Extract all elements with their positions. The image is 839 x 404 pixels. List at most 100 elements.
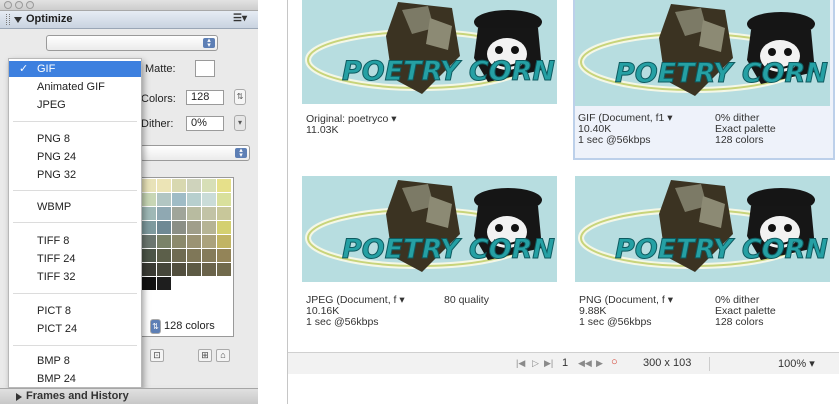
- dropdown-arrow-icon[interactable]: ▾: [665, 294, 673, 306]
- zoom-level[interactable]: 100% ▾: [778, 357, 815, 370]
- menu-item-label: JPEG: [37, 99, 66, 111]
- menu-item-jpeg[interactable]: JPEG: [9, 97, 141, 113]
- palette-select[interactable]: ▴ ▾: [140, 145, 250, 161]
- color-swatch[interactable]: [217, 207, 232, 221]
- color-swatch[interactable]: [142, 193, 157, 207]
- dither-dropdown[interactable]: ▾: [234, 115, 246, 131]
- color-swatch[interactable]: [217, 221, 232, 235]
- color-swatch[interactable]: [202, 221, 217, 235]
- lock-color-icon[interactable]: ⊡: [150, 349, 164, 362]
- next-frame-icon[interactable]: ▶: [596, 358, 603, 369]
- color-swatch[interactable]: [172, 207, 187, 221]
- color-swatch[interactable]: [187, 179, 202, 193]
- frames-history-panel-header[interactable]: Frames and History: [0, 388, 258, 404]
- stop-icon[interactable]: ○: [611, 356, 618, 368]
- dropdown-arrow-icon[interactable]: ▾: [664, 112, 672, 124]
- menu-item-png32[interactable]: PNG 32: [9, 167, 141, 183]
- menu-item-bmp8[interactable]: BMP 8: [9, 353, 141, 369]
- color-swatch[interactable]: [187, 193, 202, 207]
- menu-item-gif[interactable]: ✓ GIF: [9, 61, 141, 77]
- color-swatch[interactable]: [172, 235, 187, 249]
- color-swatch[interactable]: [172, 249, 187, 263]
- color-swatch[interactable]: [217, 235, 232, 249]
- menu-item-pict8[interactable]: PICT 8: [9, 303, 141, 319]
- color-swatch[interactable]: [157, 193, 172, 207]
- menu-item-wbmp[interactable]: WBMP: [9, 199, 141, 215]
- grip-icon[interactable]: [6, 14, 10, 25]
- color-swatch[interactable]: [202, 179, 217, 193]
- zoom-window-button[interactable]: [26, 1, 34, 9]
- color-swatch[interactable]: [217, 263, 232, 277]
- menu-item-label: TIFF 32: [37, 271, 76, 283]
- preview-tile-original[interactable]: POETRY CORN Original: poetryco ▾ 11.03K: [302, 0, 562, 158]
- preset-select[interactable]: ▴ ▾: [46, 35, 218, 51]
- trash-icon[interactable]: ⌂: [216, 349, 230, 362]
- colors-stepper[interactable]: ⇅: [234, 89, 246, 105]
- color-swatch[interactable]: [202, 235, 217, 249]
- dropdown-arrow-icon[interactable]: ▾: [388, 113, 396, 125]
- color-swatch[interactable]: [157, 207, 172, 221]
- disclosure-triangle-icon[interactable]: [16, 393, 22, 401]
- matte-swatch[interactable]: [195, 60, 215, 77]
- color-swatch[interactable]: [187, 263, 202, 277]
- close-window-button[interactable]: [4, 1, 12, 9]
- play-icon[interactable]: ▷: [532, 358, 539, 369]
- color-swatch[interactable]: [157, 235, 172, 249]
- color-swatch[interactable]: [157, 221, 172, 235]
- preview-tile-gif[interactable]: POETRY CORN GIF (Document, f1 ▾ 10.40K 1…: [573, 0, 835, 160]
- tile-info: JPEG (Document, f ▾ 10.16K 1 sec @56kbps: [306, 295, 405, 328]
- panel-menu-icon[interactable]: ☰▾: [233, 13, 247, 24]
- dither-field[interactable]: 0%: [186, 116, 224, 131]
- color-swatch[interactable]: [202, 207, 217, 221]
- menu-item-png24[interactable]: PNG 24: [9, 149, 141, 165]
- menu-item-label: GIF: [37, 63, 56, 75]
- last-frame-icon[interactable]: ▶|: [544, 358, 553, 369]
- preview-tile-jpeg[interactable]: POETRY CORN JPEG (Document, f ▾ 10.16K 1…: [302, 176, 562, 346]
- minimize-window-button[interactable]: [15, 1, 23, 9]
- colors-field[interactable]: 128: [186, 90, 224, 105]
- color-swatch[interactable]: [217, 179, 232, 193]
- color-swatch[interactable]: [172, 193, 187, 207]
- prev-frame-icon[interactable]: ◀◀: [578, 358, 592, 369]
- color-swatch[interactable]: [142, 235, 157, 249]
- optimize-panel-header[interactable]: Optimize ☰▾: [0, 11, 258, 29]
- color-swatch[interactable]: [157, 277, 172, 291]
- color-swatch[interactable]: [217, 193, 232, 207]
- menu-item-tiff8[interactable]: TIFF 8: [9, 233, 141, 249]
- tile-setting: 80 quality: [444, 294, 489, 306]
- color-swatch[interactable]: [187, 235, 202, 249]
- menu-item-animated-gif[interactable]: Animated GIF: [9, 79, 141, 95]
- menu-item-png8[interactable]: PNG 8: [9, 131, 141, 147]
- color-swatch[interactable]: [157, 249, 172, 263]
- menu-item-pict24[interactable]: PICT 24: [9, 321, 141, 337]
- color-swatch[interactable]: [172, 263, 187, 277]
- color-swatch[interactable]: [172, 179, 187, 193]
- first-frame-icon[interactable]: |◀: [516, 358, 525, 369]
- color-swatch[interactable]: [172, 221, 187, 235]
- new-color-icon[interactable]: ⊞: [198, 349, 212, 362]
- color-swatch[interactable]: [202, 193, 217, 207]
- color-swatch[interactable]: [142, 179, 157, 193]
- color-swatch[interactable]: [142, 249, 157, 263]
- menu-item-bmp24[interactable]: BMP 24: [9, 371, 141, 387]
- color-swatch[interactable]: [157, 179, 172, 193]
- matte-label: Matte:: [145, 63, 176, 75]
- menu-item-tiff32[interactable]: TIFF 32: [9, 269, 141, 285]
- menu-item-tiff24[interactable]: TIFF 24: [9, 251, 141, 267]
- color-swatch[interactable]: [142, 207, 157, 221]
- color-swatch[interactable]: [142, 277, 157, 291]
- color-table[interactable]: [140, 177, 234, 337]
- color-swatch[interactable]: [142, 221, 157, 235]
- color-swatch[interactable]: [142, 263, 157, 277]
- dropdown-arrow-icon[interactable]: ▾: [396, 294, 404, 306]
- sort-stepper[interactable]: ⇅: [150, 319, 161, 334]
- color-swatch[interactable]: [157, 263, 172, 277]
- color-swatch[interactable]: [187, 249, 202, 263]
- preview-tile-png[interactable]: POETRY CORN PNG (Document, f ▾ 9.88K 1 s…: [575, 176, 837, 346]
- color-swatch[interactable]: [202, 263, 217, 277]
- color-swatch[interactable]: [187, 221, 202, 235]
- color-swatch[interactable]: [187, 207, 202, 221]
- color-swatch[interactable]: [217, 249, 232, 263]
- disclosure-triangle-icon[interactable]: [14, 17, 22, 23]
- color-swatch[interactable]: [202, 249, 217, 263]
